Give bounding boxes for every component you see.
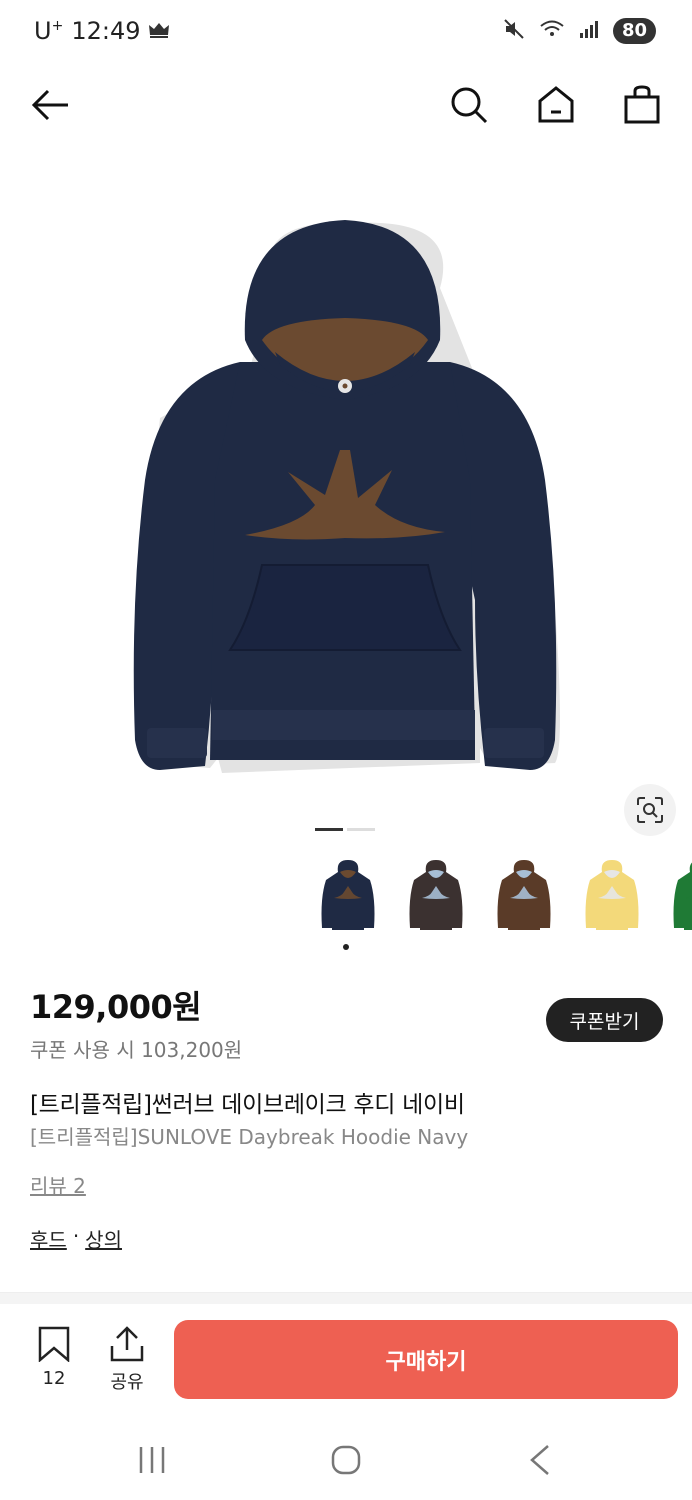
- product-price: 129,000원: [30, 988, 202, 1026]
- swatch-hoodie-icon: [673, 862, 692, 930]
- top-nav: [0, 70, 692, 140]
- swatch-navy[interactable]: [316, 858, 380, 934]
- category-link-top[interactable]: 상의: [85, 1224, 122, 1253]
- shopping-bag-icon: [624, 85, 660, 124]
- recent-apps-icon: [139, 1447, 165, 1473]
- back-arrow-icon: [31, 89, 68, 121]
- share-label: 공유: [110, 1372, 144, 1393]
- category-link-hood[interactable]: 후드: [30, 1224, 67, 1253]
- bookmark-count: 12: [42, 1368, 66, 1389]
- carrier-label: U+: [34, 17, 64, 45]
- pager-dot: [347, 828, 375, 831]
- product-title: [트리플적립]썬러브 데이브레이크 후디 네이비: [30, 1092, 465, 1118]
- back-button[interactable]: [27, 82, 73, 128]
- system-nav-bar: [0, 1420, 692, 1500]
- status-bar: U+ 12:49 80: [0, 0, 692, 64]
- home-button[interactable]: [533, 82, 579, 128]
- reviews-link[interactable]: 리뷰 2: [30, 1170, 86, 1199]
- cart-button[interactable]: [619, 82, 665, 128]
- share-icon: [110, 1326, 144, 1362]
- bookmark-icon: [38, 1326, 70, 1362]
- image-pager: [315, 828, 375, 831]
- search-icon: [451, 87, 488, 124]
- color-swatch-list: [316, 858, 692, 938]
- section-divider: [0, 1292, 692, 1304]
- swatch-yellow[interactable]: [580, 858, 644, 934]
- pager-dot-active: [315, 828, 343, 831]
- swatch-charcoal[interactable]: [404, 858, 468, 934]
- coupon-price: 쿠폰 사용 시 103,200원: [30, 1038, 243, 1062]
- hoodie-image: [133, 220, 560, 774]
- signal-icon: [579, 19, 599, 43]
- swatch-hoodie-icon: [585, 860, 639, 930]
- category-separator: ·: [72, 1224, 80, 1248]
- selected-swatch-indicator: [343, 944, 349, 950]
- image-search-button[interactable]: [624, 784, 676, 836]
- battery-indicator: 80: [612, 18, 656, 44]
- swatch-green[interactable]: [668, 858, 692, 934]
- swatch-hoodie-icon: [321, 860, 375, 930]
- chevron-left-icon: [530, 1445, 549, 1475]
- lens-icon: [637, 797, 663, 823]
- crown-icon: [148, 17, 170, 45]
- wifi-icon: [539, 18, 565, 44]
- buy-button[interactable]: 구매하기: [174, 1320, 678, 1399]
- get-coupon-button[interactable]: 쿠폰받기: [546, 998, 663, 1042]
- category-breadcrumb: 후드 · 상의: [30, 1224, 122, 1253]
- swatch-brown[interactable]: [492, 858, 556, 934]
- home-circle-icon: [331, 1445, 361, 1475]
- search-button[interactable]: [446, 82, 492, 128]
- swatch-hoodie-icon: [409, 860, 463, 930]
- recent-apps-button[interactable]: [132, 1442, 172, 1478]
- bottom-action-bar: 12 공유 구매하기: [0, 1304, 692, 1414]
- home-nav-button[interactable]: [326, 1442, 366, 1478]
- swatch-hoodie-icon: [497, 860, 551, 930]
- home-icon: [538, 86, 574, 123]
- system-back-button[interactable]: [520, 1442, 560, 1478]
- mute-icon: [503, 18, 525, 44]
- share-button[interactable]: 공유: [97, 1326, 157, 1394]
- bookmark-button[interactable]: 12: [24, 1326, 84, 1389]
- status-time: 12:49: [71, 17, 141, 45]
- product-title-english: [트리플적립]SUNLOVE Daybreak Hoodie Navy: [30, 1125, 469, 1149]
- product-image[interactable]: [0, 180, 692, 820]
